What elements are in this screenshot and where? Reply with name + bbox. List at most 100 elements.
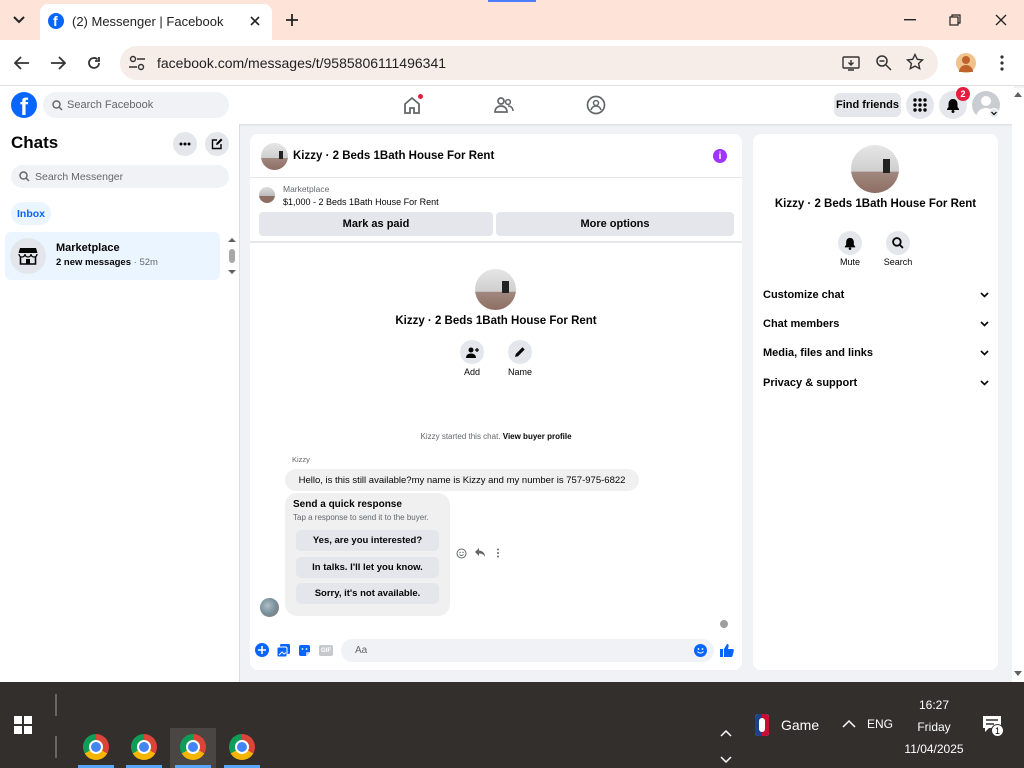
chevron-down-icon: [980, 292, 989, 298]
minimize-button[interactable]: [896, 6, 924, 34]
groups-nav[interactable]: [586, 95, 606, 115]
install-app-icon[interactable]: [842, 54, 860, 72]
find-friends-button[interactable]: Find friends: [834, 93, 901, 117]
sticker-icon: [299, 645, 310, 656]
more-vertical-icon: [497, 548, 499, 558]
conversation-header: Kizzy · 2 Beds 1Bath House For Rent i: [250, 134, 742, 178]
browser-toolbar: facebook.com/messages/t/9585806111496341: [0, 40, 1024, 86]
gif-button[interactable]: GIF: [319, 645, 333, 656]
home-nav[interactable]: [402, 94, 423, 115]
browser-tab[interactable]: f (2) Messenger | Facebook: [40, 4, 272, 40]
site-info-icon[interactable]: [128, 54, 146, 72]
search-icon: [52, 100, 63, 111]
menu-button[interactable]: [906, 91, 934, 119]
messenger-search-input[interactable]: Search Messenger: [11, 165, 229, 188]
start-button[interactable]: [14, 716, 32, 734]
show-hidden-icons-button[interactable]: [842, 719, 856, 728]
react-button[interactable]: [456, 548, 467, 559]
more-options-button[interactable]: More options: [496, 212, 734, 236]
chat-members-section[interactable]: Chat members: [763, 313, 989, 335]
quick-response-option[interactable]: Sorry, it's not available.: [296, 583, 439, 604]
friends-nav[interactable]: [494, 95, 514, 115]
message-bubble[interactable]: Hello, is this still available?my name i…: [285, 469, 639, 491]
attach-photo-button[interactable]: [277, 644, 290, 657]
message-input[interactable]: Aa: [341, 639, 714, 662]
emoji-button[interactable]: [694, 644, 707, 657]
facebook-logo-icon[interactable]: f: [11, 92, 37, 118]
clock[interactable]: 16:27 Friday 11/04/2025: [896, 694, 972, 760]
conversation-panel: Kizzy · 2 Beds 1Bath House For Rent i Ma…: [250, 134, 742, 670]
tab-search-button[interactable]: [6, 8, 32, 32]
taskbar-chrome-window[interactable]: [220, 728, 264, 768]
like-send-button[interactable]: [720, 643, 734, 657]
reply-button[interactable]: [474, 547, 486, 558]
language-indicator[interactable]: ENG: [867, 717, 893, 731]
add-person-icon: [465, 347, 479, 358]
privacy-support-section[interactable]: Privacy & support: [763, 372, 989, 394]
nba-logo-icon[interactable]: [755, 714, 769, 736]
conversation-avatar[interactable]: [261, 143, 288, 170]
chat-started-notice: Kizzy started this chat. View buyer prof…: [420, 432, 572, 441]
widget-game-label[interactable]: Game: [781, 717, 819, 733]
sidebar-scrollbar[interactable]: [227, 236, 237, 276]
arrow-left-icon: [14, 56, 29, 70]
page-scrollbar[interactable]: [1012, 88, 1024, 682]
chevron-down-icon: [980, 350, 989, 356]
chat-list-item[interactable]: Marketplace 2 new messages · 52m: [5, 232, 220, 280]
quick-response-option[interactable]: In talks. I'll let you know.: [296, 557, 439, 578]
close-window-button[interactable]: [987, 6, 1015, 34]
new-tab-button[interactable]: [280, 8, 304, 32]
add-people-button[interactable]: [460, 340, 484, 364]
chat-item-name: Marketplace: [56, 242, 120, 254]
view-buyer-profile-link[interactable]: View buyer profile: [503, 432, 572, 441]
taskbar-divider: [55, 736, 57, 758]
profile-avatar[interactable]: [956, 53, 976, 73]
facebook-header: f Search Facebook Find friends 2: [0, 86, 1014, 124]
chats-options-button[interactable]: [173, 132, 197, 156]
message-more-button[interactable]: [496, 548, 500, 558]
taskbar-chrome-window-active[interactable]: [170, 728, 216, 768]
search-in-conversation-button[interactable]: [886, 231, 910, 255]
mute-button[interactable]: [838, 231, 862, 255]
tab-close-button[interactable]: [246, 12, 264, 30]
facebook-search-input[interactable]: Search Facebook: [43, 92, 229, 118]
notification-center-button[interactable]: 1: [982, 715, 1004, 737]
buyer-avatar[interactable]: [260, 598, 279, 617]
sticker-button[interactable]: [298, 644, 311, 657]
listing-title[interactable]: $1,000 - 2 Beds 1Bath House For Rent: [283, 197, 439, 207]
conversation-title[interactable]: Kizzy · 2 Beds 1Bath House For Rent: [293, 150, 494, 162]
rename-button[interactable]: [508, 340, 532, 364]
profile-avatar-large: [475, 269, 516, 310]
notification-count-badge: 2: [956, 87, 970, 101]
plus-icon: [258, 646, 266, 654]
customize-chat-section[interactable]: Customize chat: [763, 284, 989, 306]
plus-icon: [286, 14, 298, 26]
reload-icon: [88, 57, 100, 69]
bookmark-star-icon[interactable]: [906, 53, 924, 71]
taskbar-scroll[interactable]: [718, 728, 734, 766]
more-actions-button[interactable]: [255, 643, 269, 657]
reload-button[interactable]: [82, 51, 106, 75]
inbox-filter-tab[interactable]: Inbox: [11, 202, 51, 225]
quick-response-option[interactable]: Yes, are you interested?: [296, 530, 439, 551]
taskbar-chrome-window[interactable]: [74, 728, 118, 768]
browser-menu-button[interactable]: [992, 53, 1012, 73]
restore-button[interactable]: [941, 6, 969, 34]
account-chevron-icon[interactable]: [989, 108, 999, 118]
quick-response-card: Send a quick response Tap a response to …: [285, 493, 450, 616]
new-message-button[interactable]: [205, 132, 229, 156]
info-icon[interactable]: i: [713, 149, 727, 163]
address-bar[interactable]: facebook.com/messages/t/9585806111496341: [120, 46, 938, 80]
facebook-favicon-icon: f: [48, 13, 64, 29]
windows-logo-icon: [14, 716, 32, 734]
taskbar-chrome-window[interactable]: [122, 728, 166, 768]
mark-as-paid-button[interactable]: Mark as paid: [259, 212, 493, 236]
taskbar-divider: [55, 694, 57, 716]
back-button[interactable]: [10, 51, 34, 75]
gif-icon: GIF: [321, 647, 331, 654]
forward-button[interactable]: [46, 51, 70, 75]
media-files-links-section[interactable]: Media, files and links: [763, 342, 989, 364]
zoom-icon[interactable]: [875, 54, 893, 72]
search-icon: [19, 171, 30, 182]
windows-taskbar: Game ENG 16:27 Friday 11/04/2025 1: [0, 682, 1024, 768]
